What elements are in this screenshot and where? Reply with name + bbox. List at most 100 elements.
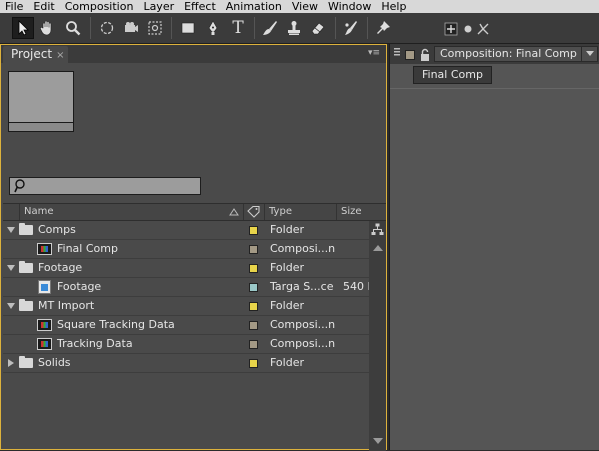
footage-file-icon [38,280,51,294]
thumbnail-footer [9,122,73,131]
label-color-chip[interactable] [249,264,258,273]
hand-tool-button[interactable] [36,17,58,39]
view-axis-mode-icon[interactable] [476,22,490,36]
search-input[interactable] [9,177,201,195]
roto-brush-icon [345,21,357,35]
composition-panel: Composition: Final Comp Final Comp [389,44,599,450]
zoom-tool-button[interactable] [62,17,84,39]
column-header-type[interactable]: Type [265,204,337,220]
panel-menu-icon[interactable]: ▾≡ [368,48,380,58]
disclosure-expanded-icon[interactable] [7,227,15,233]
lock-icon[interactable] [419,48,431,62]
magnifier-icon [66,21,81,36]
menu-composition[interactable]: Composition [60,0,139,13]
item-name: Tracking Data [57,337,133,350]
camera-tool-button[interactable] [120,17,142,39]
label-color-chip[interactable] [249,302,258,311]
disclosure-collapsed-icon[interactable] [8,359,14,367]
disclosure-expanded-icon[interactable] [7,265,15,271]
column-header-row: Name Type Size [3,203,386,221]
label-color-chip[interactable] [249,245,258,254]
toolbar-separator [171,17,172,39]
folder-icon [19,261,33,273]
close-icon[interactable]: × [56,50,64,61]
menu-edit[interactable]: Edit [28,0,59,13]
list-item[interactable]: Footage Targa S...ce 540 M [3,278,369,297]
rectangle-tool-button[interactable] [177,17,199,39]
composition-tab-bar: Composition: Final Comp [390,44,599,64]
type-t-icon: T [232,18,244,38]
pan-behind-tool-button[interactable] [144,17,166,39]
pen-tool-button[interactable] [202,17,224,39]
label-color-chip[interactable] [249,340,258,349]
item-name: Comps [38,223,76,236]
scroll-down-arrow[interactable] [373,438,383,444]
menu-layer[interactable]: Layer [138,0,179,13]
item-name: Footage [38,261,83,274]
eraser-tool-button[interactable] [307,17,329,39]
menu-help[interactable]: Help [376,0,411,13]
list-item[interactable]: Tracking Data Composi...n [3,335,369,354]
panel-gripper-icon[interactable] [394,48,400,56]
column-header-name[interactable]: Name [20,204,244,220]
list-item[interactable]: Comps Folder [3,221,369,240]
local-axis-mode-icon[interactable] [444,22,458,36]
toolbar-separator [367,17,368,39]
disclosure-expanded-icon[interactable] [7,303,15,309]
item-type: Composi...n [270,337,336,350]
menu-effect[interactable]: Effect [179,0,221,13]
puppet-pin-tool-button[interactable] [372,17,394,39]
column-header-size-label: Size [341,206,362,217]
rectangle-icon [181,22,195,34]
item-name: Square Tracking Data [57,318,175,331]
item-type: Folder [270,356,304,369]
list-item[interactable]: Solids Folder [3,354,369,373]
clone-stamp-tool-button[interactable] [283,17,305,39]
menu-file[interactable]: File [0,0,28,13]
project-tab-bar: Project × ▾≡ [1,45,386,63]
search-icon [14,179,25,193]
item-type: Folder [270,261,304,274]
scroll-up-arrow[interactable] [373,245,383,251]
column-header-type-label: Type [269,206,292,217]
selection-tool-button[interactable] [12,17,34,39]
project-item-list: Comps Folder Final Comp Composi...n Footage F… [3,221,369,373]
list-item[interactable]: MT Import Folder [3,297,369,316]
menu-window[interactable]: Window [323,0,376,13]
list-item[interactable]: Footage Folder [3,259,369,278]
brush-tool-button[interactable] [259,17,281,39]
camera-icon [125,22,138,32]
toolbar-separator [254,17,255,39]
vertical-scrollbar[interactable] [369,221,386,451]
label-color-chip[interactable] [249,283,258,292]
column-header-size[interactable]: Size [337,204,386,220]
rotation-tool-button[interactable] [96,17,118,39]
menu-view[interactable]: View [287,0,323,13]
column-header-name-label: Name [24,206,54,217]
roto-brush-tool-button[interactable] [340,17,362,39]
menu-bar: File Edit Composition Layer Effect Animation V… [0,0,599,13]
item-thumbnail-preview [8,71,74,132]
composition-icon [37,338,52,350]
flowchart-icon[interactable] [371,223,384,236]
world-axis-mode-icon[interactable] [461,22,475,36]
column-header-label[interactable] [244,204,265,220]
chevron-down-icon[interactable] [581,47,597,61]
label-color-chip[interactable] [249,321,258,330]
list-item[interactable]: Square Tracking Data Composi...n [3,316,369,335]
tab-project-label: Project [11,47,53,61]
menu-animation[interactable]: Animation [221,0,287,13]
toolbar-separator [335,17,336,39]
toolbar-separator [90,17,91,39]
item-name: Final Comp [57,242,118,255]
item-name: Footage [57,280,102,293]
tab-project[interactable]: Project × [3,46,69,63]
composition-title: Composition: Final Comp [440,47,577,60]
label-color-chip[interactable] [249,359,258,368]
composition-flow-tab[interactable]: Final Comp [413,66,492,84]
composition-viewer-dropdown[interactable]: Composition: Final Comp [434,46,598,62]
label-color-chip[interactable] [249,226,258,235]
item-type: Targa S...ce [270,280,334,293]
list-item[interactable]: Final Comp Composi...n [3,240,369,259]
type-tool-button[interactable]: T [227,17,249,39]
